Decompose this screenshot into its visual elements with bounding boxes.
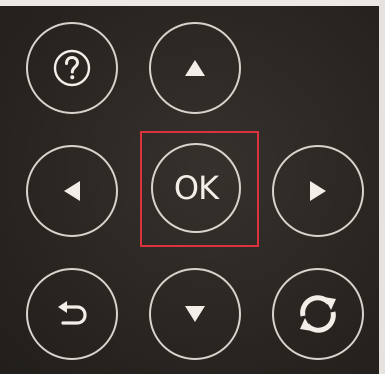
question-mark-icon — [52, 48, 92, 88]
remote-control-panel: OK — [0, 0, 385, 374]
right-button[interactable] — [272, 145, 364, 237]
help-button[interactable] — [26, 22, 118, 114]
refresh-button[interactable] — [272, 268, 364, 360]
ok-button[interactable]: OK — [151, 143, 241, 233]
back-arrow-icon — [55, 300, 89, 328]
triangle-up-icon — [184, 59, 206, 77]
up-button[interactable] — [149, 22, 241, 114]
triangle-right-icon — [309, 180, 327, 202]
left-button[interactable] — [26, 145, 118, 237]
triangle-left-icon — [63, 180, 81, 202]
right-edge — [379, 0, 385, 374]
back-button[interactable] — [26, 268, 118, 360]
down-button[interactable] — [149, 268, 241, 360]
refresh-icon — [293, 289, 343, 339]
triangle-down-icon — [184, 305, 206, 323]
ok-label: OK — [173, 169, 219, 207]
top-edge — [0, 0, 385, 6]
